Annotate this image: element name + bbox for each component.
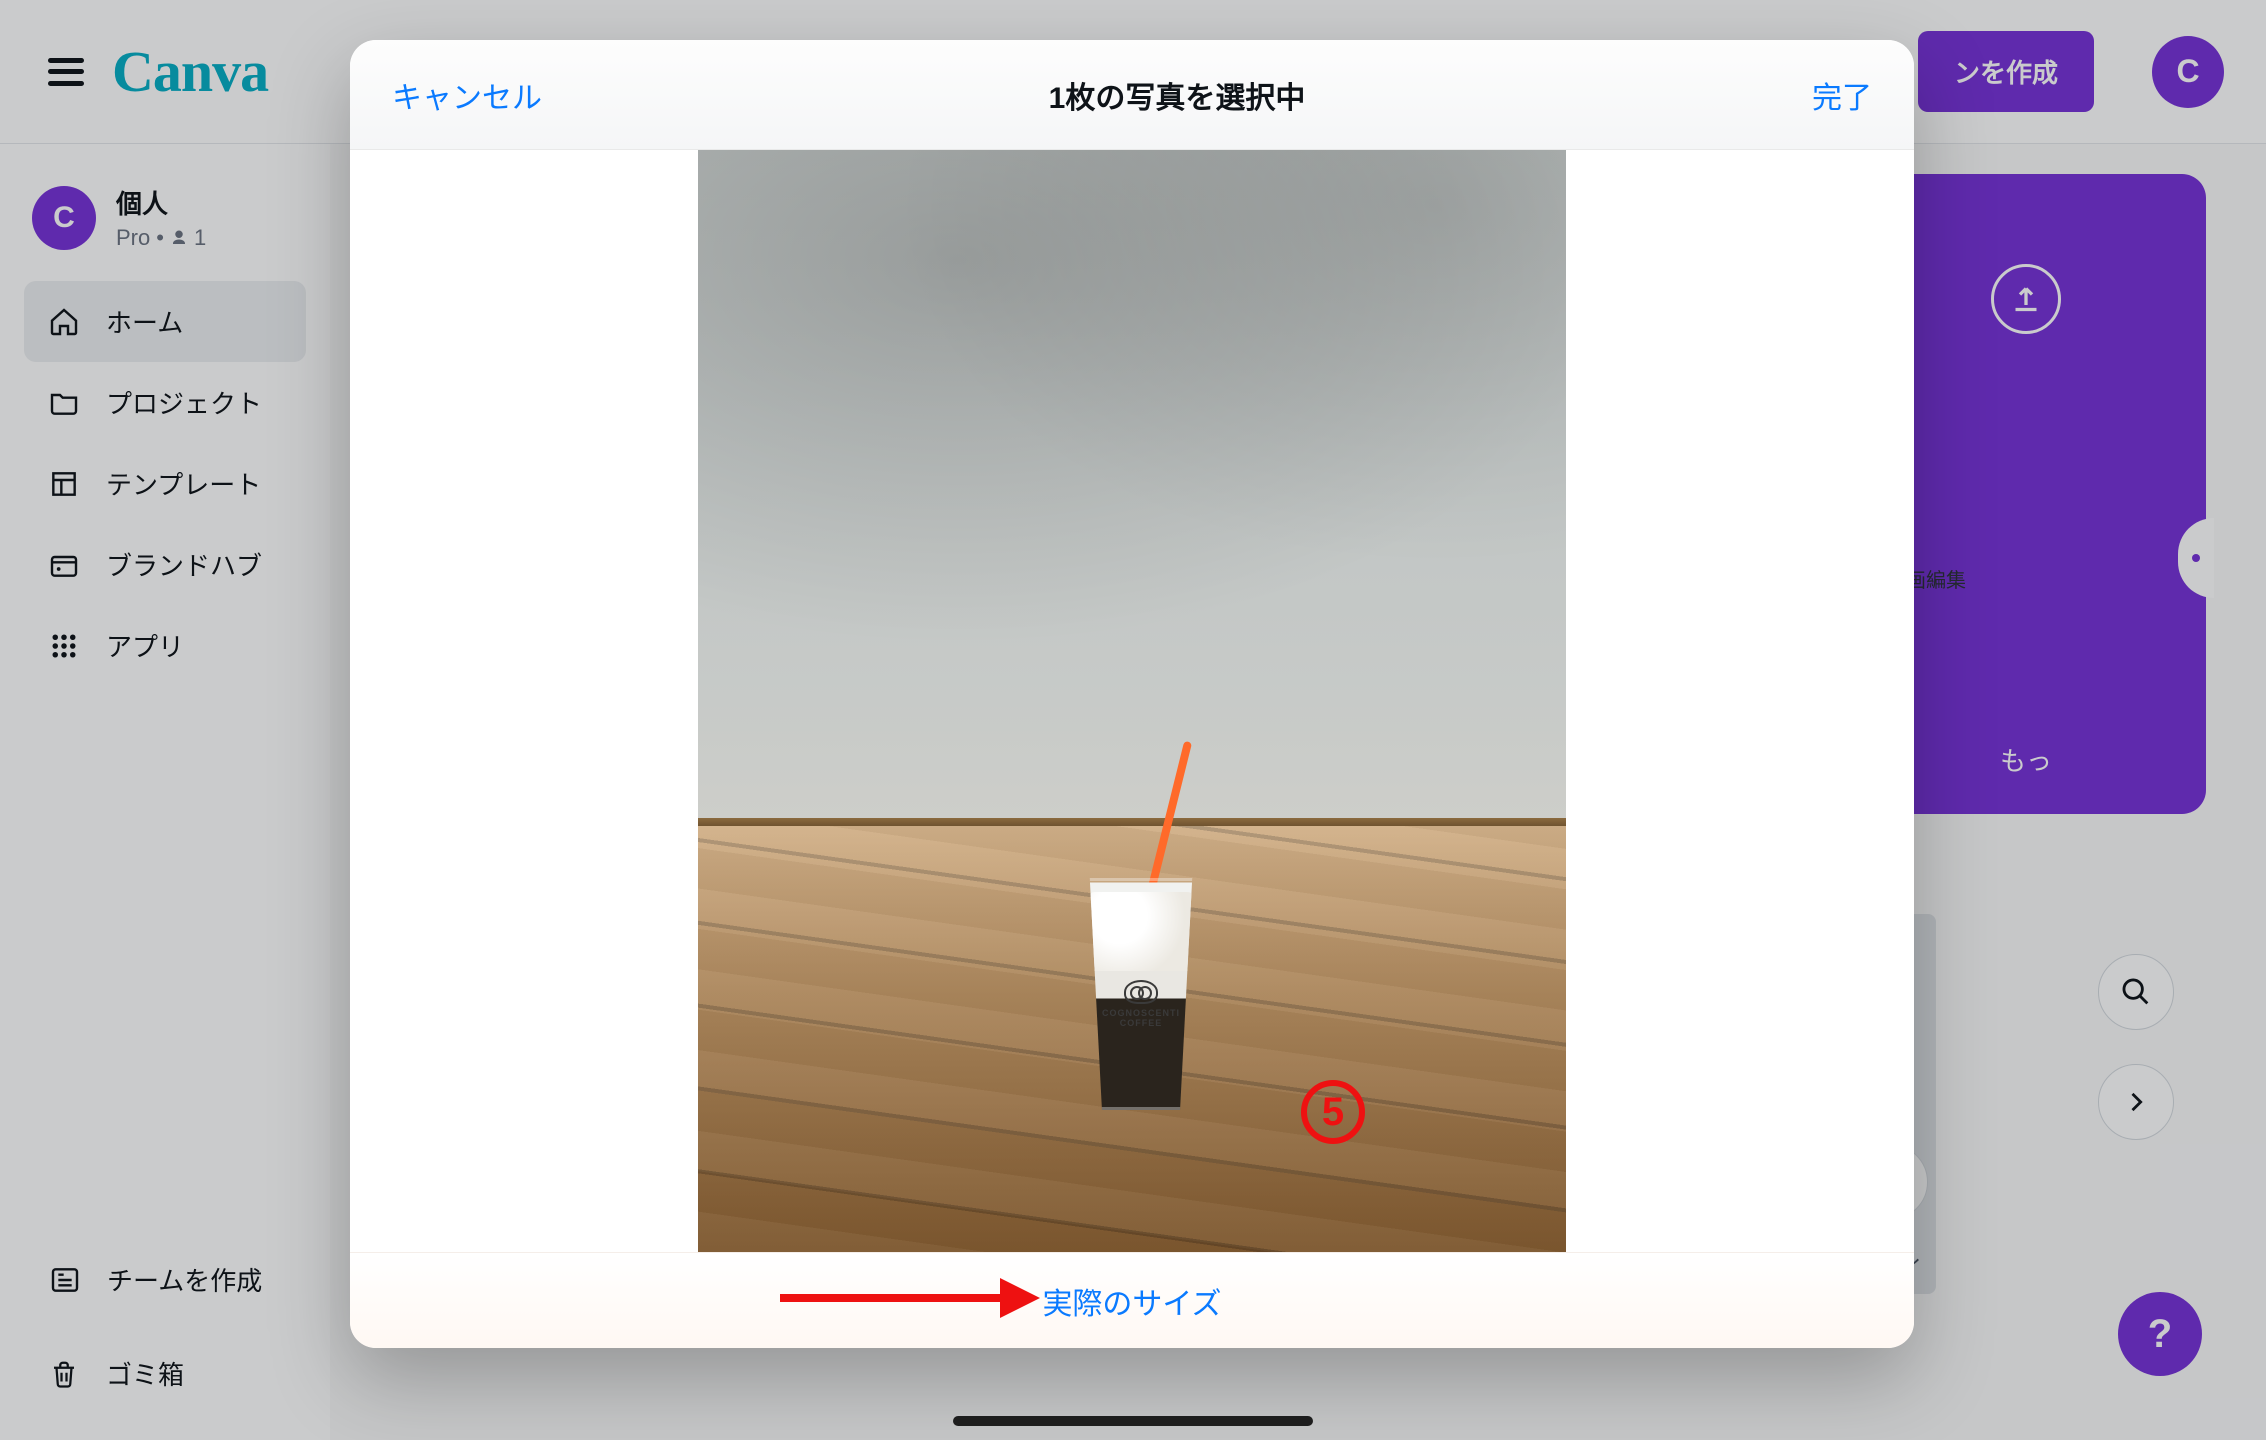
glass-icon: COGNOSCENTI COFFEE [1080,878,1202,1110]
photo-picker-modal: キャンセル 1枚の写真を選択中 完了 COGNOSCENTI COFFEE [350,40,1914,1348]
selected-photo-preview[interactable]: COGNOSCENTI COFFEE 5 [698,150,1566,1252]
cancel-button[interactable]: キャンセル [392,73,542,117]
modal-title: 1枚の写真を選択中 [1049,73,1306,117]
cup-brand: COGNOSCENTI COFFEE [1080,980,1202,1028]
modal-footer: 実際のサイズ [350,1252,1914,1348]
modal-body: COGNOSCENTI COFFEE 5 [350,150,1914,1252]
done-button[interactable]: 完了 [1812,73,1872,117]
actual-size-button[interactable]: 実際のサイズ [1042,1279,1221,1323]
modal-header: キャンセル 1枚の写真を選択中 完了 [350,40,1914,150]
annotation-step-5: 5 [1301,1080,1365,1144]
owl-logo-icon [1124,980,1158,1004]
annotation-arrow [780,1278,1040,1318]
home-indicator[interactable] [953,1416,1313,1426]
photo-cup: COGNOSCENTI COFFEE [1080,878,1202,1178]
